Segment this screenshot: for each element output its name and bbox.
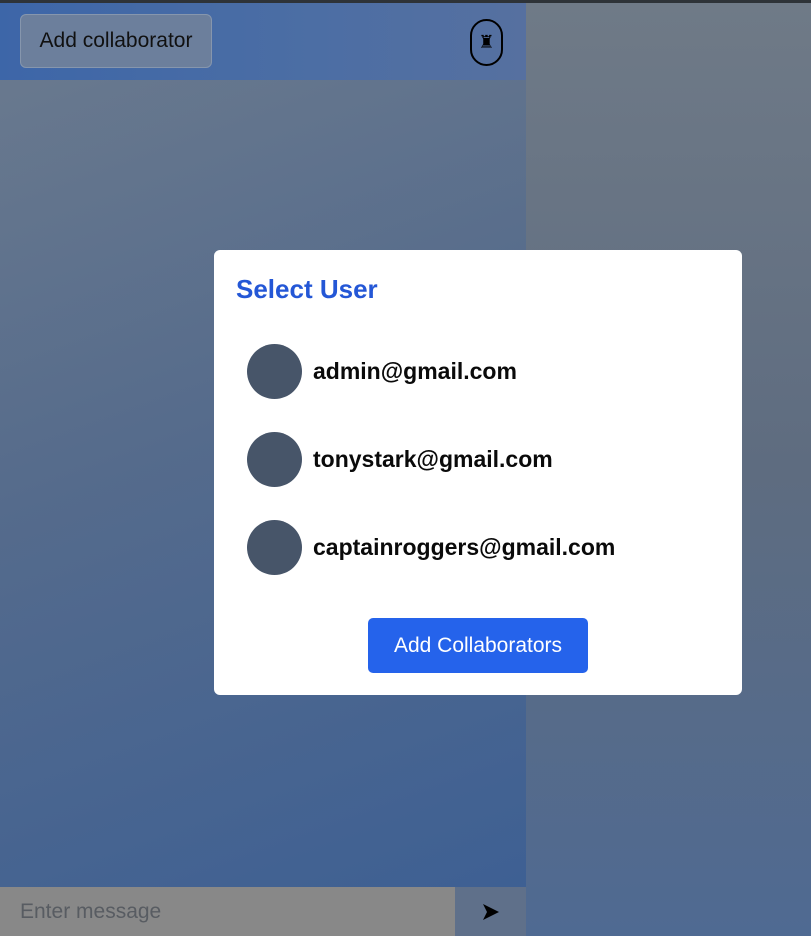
collaborators-panel-button[interactable]: ♜ [470, 19, 503, 66]
user-list-item[interactable]: captainroggers@gmail.com [247, 519, 707, 575]
send-icon [482, 903, 499, 920]
user-email: captainroggers@gmail.com [313, 533, 616, 560]
add-collaborator-button[interactable]: Add collaborator [20, 14, 212, 68]
chat-header: Add collaborator ♜ [0, 3, 526, 80]
user-list-item[interactable]: admin@gmail.com [247, 343, 707, 399]
avatar [247, 519, 302, 575]
message-composer [0, 887, 526, 936]
user-list-item[interactable]: tonystark@gmail.com [247, 431, 707, 487]
avatar [247, 431, 302, 487]
select-user-modal: Select User admin@gmail.com tonystark@gm… [214, 250, 742, 695]
user-email: admin@gmail.com [313, 357, 517, 384]
message-input[interactable] [0, 887, 455, 936]
modal-title: Select User [236, 274, 378, 304]
avatar [247, 343, 302, 399]
send-button[interactable] [455, 887, 526, 936]
rook-icon: ♜ [478, 32, 495, 52]
add-collaborators-button[interactable]: Add Collaborators [368, 618, 588, 673]
user-email: tonystark@gmail.com [313, 445, 553, 472]
